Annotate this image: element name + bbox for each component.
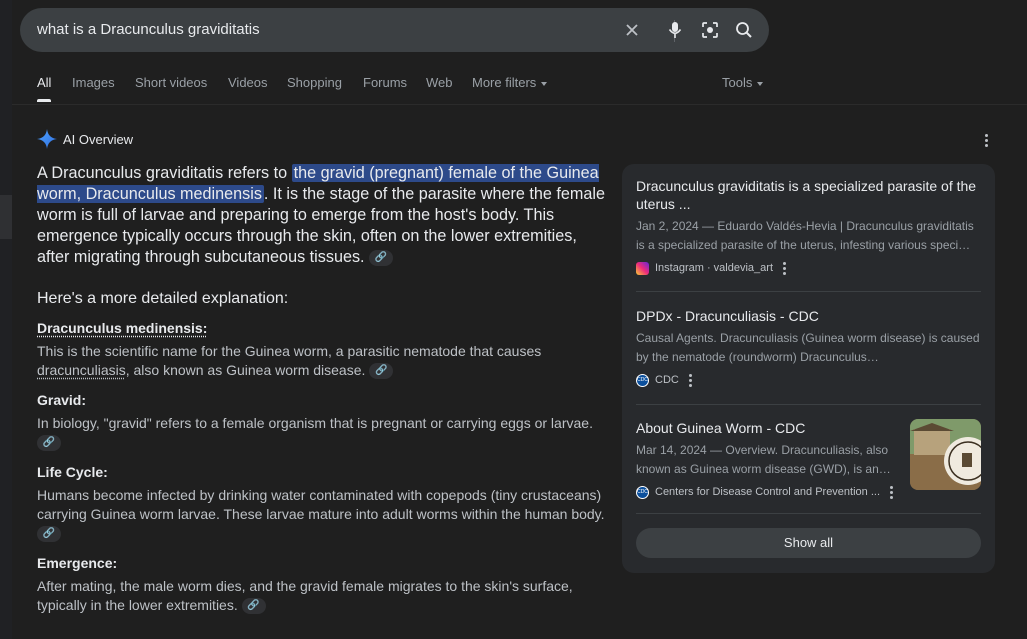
explanation-heading: Here's a more detailed explanation: [37,290,289,307]
source-site: CDC [655,374,679,386]
source-site: Instagram · valdevia_art [655,262,773,274]
source-card[interactable]: Dracunculus graviditatis is a specialize… [636,177,981,275]
item-body-text: Humans become infected by drinking water… [37,487,605,522]
item-title: Gravid: [37,392,87,408]
source-thumbnail-image[interactable] [910,419,981,490]
ai-overview-title: AI Overview [63,132,134,147]
chevron-down-icon [541,81,548,86]
microphone-icon[interactable] [665,20,685,40]
tools-button[interactable]: Tools [722,75,764,90]
lens-icon[interactable] [700,20,720,40]
explanation-item: Life Cycle: Humans become infected by dr… [37,464,607,543]
source-link-icon[interactable]: 🔗 [37,435,61,452]
search-icon[interactable] [734,20,754,40]
ai-overview-lead: A Dracunculus graviditatis refers to the… [37,163,607,268]
source-title[interactable]: About Guinea Worm - CDC [636,419,901,437]
cdc-icon: CDC [636,373,649,387]
source-snippet: Causal Agents. Dracunculiasis (Guinea wo… [636,331,980,364]
source-meta: CDC Centers for Disease Control and Prev… [636,485,901,499]
source-meta: CDC CDC [636,373,981,387]
tab-forums[interactable]: Forums [363,75,407,90]
explanation-item: Dracunculus medinensis: This is the scie… [37,320,607,380]
more-filters-button[interactable]: More filters [472,75,548,90]
clear-icon[interactable] [622,20,642,40]
dracunculiasis-link[interactable]: dracunculiasis [37,362,126,378]
item-title[interactable]: Dracunculus medinensis: [37,320,607,336]
item-body-text: After mating, the male worm dies, and th… [37,578,573,613]
tabs-divider [12,104,1027,105]
item-body-suffix: , also known as Guinea worm disease. [125,362,366,378]
left-edge-tab [0,195,12,239]
ai-overview-more-icon[interactable] [985,134,989,148]
source-snippet: Mar 14, 2024 — Overview. Dracunculiasis,… [636,443,891,476]
source-divider [636,404,981,405]
ai-overview-content: A Dracunculus graviditatis refers to the… [37,163,607,615]
search-input[interactable]: what is a Dracunculus graviditatis [37,21,260,38]
tools-label: Tools [722,75,753,90]
source-link-icon[interactable]: 🔗 [369,363,394,380]
tab-web[interactable]: Web [426,75,453,90]
more-filters-label: More filters [472,75,537,90]
source-link-icon[interactable]: 🔗 [241,598,266,615]
source-more-icon[interactable] [783,262,787,276]
explanation-item: Emergence: After mating, the male worm d… [37,555,607,615]
source-link-icon[interactable]: 🔗 [37,526,61,543]
cdc-icon: CDC [636,485,649,499]
tab-all[interactable]: All [37,75,52,102]
source-title[interactable]: Dracunculus graviditatis is a specialize… [636,177,981,213]
item-body: Humans become infected by drinking water… [37,486,607,543]
source-link-icon[interactable]: 🔗 [369,249,394,266]
instagram-icon [636,261,649,275]
left-edge-strip [0,0,12,639]
tab-shopping[interactable]: Shopping [287,75,342,90]
chevron-down-icon [757,81,764,86]
source-title[interactable]: DPDx - Dracunculiasis - CDC [636,307,981,325]
item-body: This is the scientific name for the Guin… [37,342,607,380]
tab-short-videos[interactable]: Short videos [135,75,207,90]
source-snippet: Jan 2, 2024 — Eduardo Valdés-Hevia | Dra… [636,219,974,252]
source-divider [636,291,981,292]
item-title: Life Cycle: [37,464,108,480]
item-body-text: In biology, "gravid" refers to a female … [37,415,593,431]
tab-images[interactable]: Images [72,75,115,90]
item-body-prefix: This is the scientific name for the Guin… [37,343,542,359]
source-more-icon[interactable] [688,374,693,388]
lead-prefix: A Dracunculus graviditatis refers to [37,164,292,182]
item-title: Emergence: [37,555,118,571]
tab-videos[interactable]: Videos [228,75,268,90]
item-body: In biology, "gravid" refers to a female … [37,414,607,452]
show-all-button[interactable]: Show all [636,528,981,558]
source-card[interactable]: About Guinea Worm - CDC Mar 14, 2024 — O… [636,419,901,499]
source-meta: Instagram · valdevia_art [636,261,981,275]
explanation-item: Gravid: In biology, "gravid" refers to a… [37,392,607,452]
gemini-sparkle-icon [37,129,57,149]
source-card[interactable]: DPDx - Dracunculiasis - CDC Causal Agent… [636,307,981,387]
source-more-icon[interactable] [890,486,894,500]
source-site: Centers for Disease Control and Preventi… [655,486,881,498]
sources-panel: Dracunculus graviditatis is a specialize… [622,164,995,573]
item-body: After mating, the male worm dies, and th… [37,577,607,615]
search-bar[interactable]: what is a Dracunculus graviditatis [20,8,769,52]
source-divider [636,513,981,514]
